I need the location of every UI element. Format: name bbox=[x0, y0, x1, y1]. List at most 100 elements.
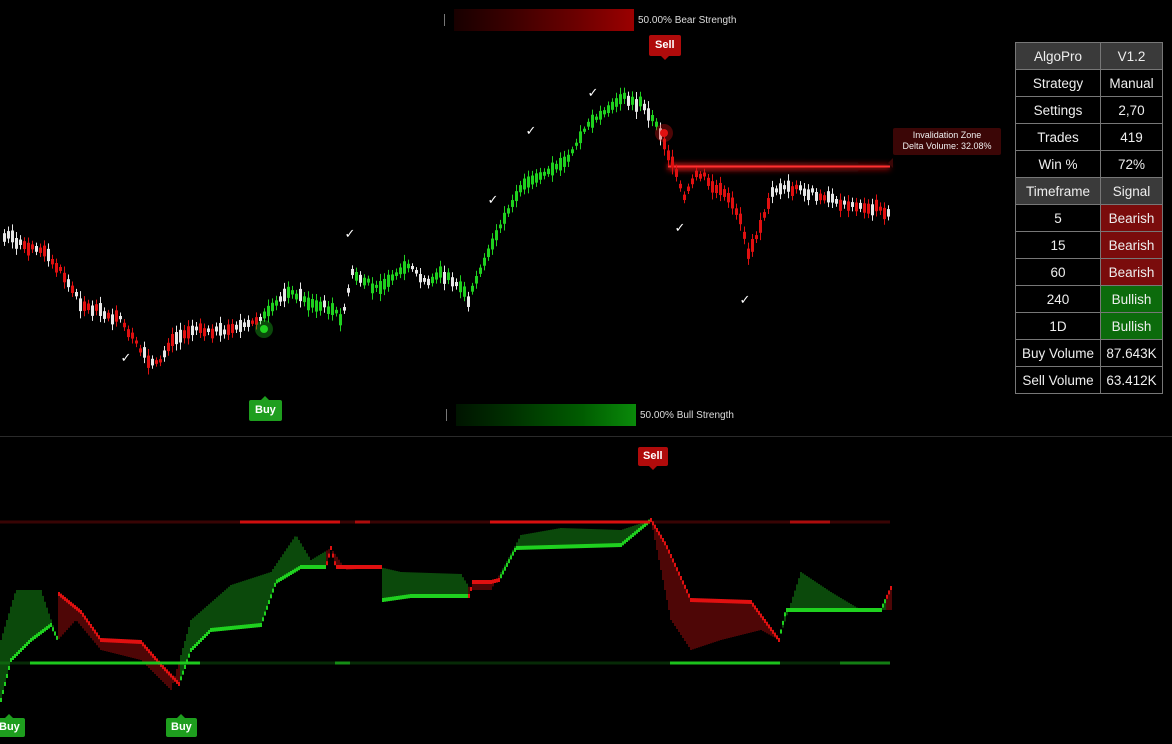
oscillator-line bbox=[622, 541, 624, 546]
oscillator-band bbox=[390, 569, 392, 599]
oscillator-band bbox=[602, 529, 604, 546]
oscillator-band bbox=[688, 595, 690, 647]
oscillator-line bbox=[262, 617, 264, 622]
candle bbox=[499, 224, 502, 229]
oscillator-line bbox=[404, 594, 406, 599]
oscillator-band bbox=[684, 586, 686, 641]
oscillator-line bbox=[226, 626, 228, 631]
signal-badge: Bullish bbox=[1100, 285, 1163, 313]
buy-signal-label[interactable]: Buy bbox=[249, 396, 282, 421]
candle bbox=[571, 149, 574, 154]
oscillator-line bbox=[530, 545, 532, 550]
oscillator-band bbox=[660, 536, 662, 570]
oscillator-buy-label-edge[interactable]: Buy bbox=[0, 714, 25, 737]
oscillator-band bbox=[186, 634, 188, 662]
oscillator-band bbox=[588, 528, 590, 546]
check-mark: ✓ bbox=[675, 221, 686, 236]
candle bbox=[479, 267, 482, 274]
candle bbox=[679, 183, 682, 189]
oscillator-band bbox=[456, 573, 458, 596]
oscillator-line bbox=[322, 565, 324, 569]
pane-divider[interactable] bbox=[0, 436, 1172, 437]
oscillator-band bbox=[538, 531, 540, 548]
candle bbox=[335, 309, 338, 314]
table-label-cell: AlgoPro bbox=[1015, 42, 1101, 70]
oscillator-line bbox=[76, 606, 78, 611]
oscillator-band bbox=[40, 590, 42, 633]
candle bbox=[407, 263, 410, 269]
oscillator-band bbox=[822, 586, 824, 610]
candle bbox=[775, 188, 778, 193]
oscillator-line bbox=[248, 624, 250, 629]
oscillator-line bbox=[374, 565, 376, 569]
oscillator-band bbox=[580, 528, 582, 547]
sell-signal-label[interactable]: Sell bbox=[649, 35, 681, 60]
candle bbox=[91, 305, 94, 316]
oscillator-line bbox=[768, 624, 770, 629]
oscillator-line bbox=[858, 608, 860, 612]
oscillator-line bbox=[754, 605, 756, 610]
oscillator-band bbox=[426, 572, 428, 596]
oscillator-line bbox=[848, 608, 850, 612]
oscillator-band bbox=[700, 600, 702, 647]
oscillator-band bbox=[542, 531, 544, 548]
oscillator-band bbox=[10, 606, 12, 660]
candle bbox=[867, 203, 870, 214]
table-label-cell: 5 bbox=[1015, 204, 1101, 232]
oscillator-line bbox=[188, 653, 190, 658]
oscillator-band bbox=[244, 580, 246, 627]
oscillator-line bbox=[366, 565, 368, 569]
oscillator-line bbox=[340, 565, 342, 569]
oscillator-line bbox=[516, 545, 518, 550]
oscillator-band bbox=[748, 601, 750, 633]
candle bbox=[695, 170, 698, 178]
candle bbox=[447, 272, 450, 281]
oscillator-line bbox=[600, 543, 602, 548]
candle bbox=[831, 193, 834, 203]
oscillator-band bbox=[658, 533, 660, 560]
oscillator-line bbox=[68, 600, 70, 605]
oscillator-line bbox=[354, 565, 356, 569]
candle bbox=[871, 204, 874, 216]
oscillator-line bbox=[752, 602, 754, 607]
price-chart[interactable]: ✓ ✓ ✓ ✓ ✓ ✓ ✓ bbox=[0, 0, 1172, 436]
oscillator-line bbox=[586, 543, 588, 548]
candle bbox=[139, 348, 142, 353]
oscillator-band bbox=[240, 581, 242, 627]
oscillator-band bbox=[82, 614, 84, 629]
oscillator-line bbox=[206, 632, 208, 636]
oscillator-line bbox=[784, 612, 786, 617]
oscillator-line bbox=[570, 544, 572, 549]
table-row: Settings 2,70 bbox=[1015, 96, 1163, 124]
oscillator-line bbox=[540, 545, 542, 550]
oscillator-line bbox=[122, 639, 124, 644]
oscillator-line bbox=[408, 594, 410, 599]
candle bbox=[147, 355, 150, 368]
oscillator-line bbox=[334, 561, 336, 566]
oscillator-line bbox=[300, 565, 302, 569]
oscillator-line bbox=[320, 565, 322, 569]
oscillator-line bbox=[658, 531, 660, 536]
oscillator-line bbox=[638, 528, 640, 532]
oscillator-line bbox=[632, 533, 634, 537]
oscillator-line bbox=[368, 565, 370, 569]
oscillator-chart[interactable] bbox=[0, 438, 1172, 744]
oscillator-band bbox=[564, 528, 566, 547]
oscillator-line bbox=[552, 544, 554, 549]
candle bbox=[343, 307, 346, 311]
oscillator-line bbox=[346, 565, 348, 569]
oscillator-band bbox=[202, 609, 204, 638]
oscillator-level bbox=[840, 661, 890, 665]
table-row: Trades 419 bbox=[1015, 123, 1163, 151]
oscillator-line bbox=[46, 626, 48, 630]
oscillator-line bbox=[410, 594, 412, 598]
oscillator-line bbox=[58, 592, 60, 596]
table-row: 60 Bearish bbox=[1015, 258, 1163, 286]
oscillator-buy-label[interactable]: Buy bbox=[166, 714, 197, 737]
oscillator-sell-label[interactable]: Sell bbox=[638, 447, 668, 470]
oscillator-line bbox=[722, 599, 724, 604]
oscillator-band bbox=[722, 601, 724, 640]
table-value-cell: Manual bbox=[1100, 69, 1163, 97]
oscillator-band bbox=[576, 528, 578, 547]
oscillator-line bbox=[806, 608, 808, 612]
